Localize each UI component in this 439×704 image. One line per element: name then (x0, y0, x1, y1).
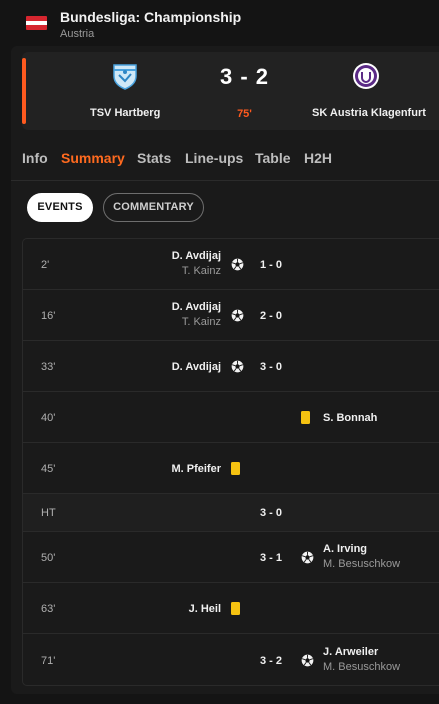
goal-ball-icon (301, 654, 314, 667)
event-assist[interactable]: T. Kainz (182, 316, 221, 328)
event-row: 40' S. Bonnah (23, 392, 439, 443)
league-country: Austria (60, 28, 95, 40)
away-team-name[interactable]: SK Austria Klagenfurt (312, 107, 426, 119)
event-player[interactable]: M. Pfeifer (171, 463, 221, 475)
event-minute: 50' (41, 552, 56, 564)
league-name[interactable]: Bundesliga: Championship (60, 9, 241, 25)
event-assist[interactable]: T. Kainz (182, 265, 221, 277)
yellow-card-icon (301, 411, 310, 424)
event-score: 3 - 2 (259, 655, 282, 667)
goal-ball-icon (231, 258, 244, 271)
event-score: 3 - 0 (259, 507, 282, 519)
event-score: 3 - 0 (259, 361, 282, 373)
event-row: 45' M. Pfeifer (23, 443, 439, 494)
event-minute: 2' (41, 259, 50, 271)
goal-ball-icon (301, 551, 314, 564)
tabs-divider (11, 180, 439, 181)
home-team-crest-icon[interactable] (110, 61, 140, 91)
event-player[interactable]: J. Heil (189, 603, 221, 615)
event-minute: HT (41, 507, 56, 519)
event-row: 63' J. Heil (23, 583, 439, 634)
event-score: 1 - 0 (259, 259, 282, 271)
event-player[interactable]: D. Avdijaj (172, 250, 221, 262)
scoreboard: 3 - 2 TSV Hartberg 75' SK Austria Klagen… (22, 52, 439, 130)
home-team-name[interactable]: TSV Hartberg (90, 107, 160, 119)
event-player[interactable]: J. Arweiler (323, 646, 378, 658)
event-minute: 63' (41, 603, 56, 615)
event-player[interactable]: D. Avdijaj (172, 301, 221, 313)
live-indicator (22, 58, 26, 124)
event-row: 33' D. Avdijaj 3 - 0 (23, 341, 439, 392)
event-assist[interactable]: M. Besuschkow (323, 661, 400, 673)
away-team-crest-icon[interactable] (351, 61, 381, 91)
tab-table[interactable]: Table (255, 150, 291, 166)
event-player[interactable]: D. Avdijaj (172, 361, 221, 373)
match-score: 3 - 2 (219, 64, 270, 89)
goal-ball-icon (231, 360, 244, 373)
events-list: 2' D. Avdijaj T. Kainz 1 - 0 16' D. Avdi… (22, 238, 439, 686)
tab-summary[interactable]: Summary (61, 150, 125, 166)
event-row: 71' 3 - 2 J. Arweiler M. Besuschkow (23, 634, 439, 685)
event-score: 2 - 0 (259, 310, 282, 322)
event-minute: 16' (41, 310, 56, 322)
event-minute: 71' (41, 655, 56, 667)
events-filter-button[interactable]: EVENTS (27, 193, 93, 222)
event-player[interactable]: A. Irving (323, 543, 367, 555)
event-row: 16' D. Avdijaj T. Kainz 2 - 0 (23, 290, 439, 341)
event-minute: 45' (41, 463, 56, 475)
yellow-card-icon (231, 462, 240, 475)
event-minute: 40' (41, 412, 56, 424)
event-minute: 33' (41, 361, 56, 373)
goal-ball-icon (231, 309, 244, 322)
event-row: 50' 3 - 1 A. Irving M. Besuschkow (23, 532, 439, 583)
commentary-filter-button[interactable]: COMMENTARY (103, 193, 204, 222)
tab-info[interactable]: Info (22, 150, 48, 166)
tab-line-ups[interactable]: Line-ups (185, 150, 243, 166)
match-minute: 75' (237, 108, 252, 120)
yellow-card-icon (231, 602, 240, 615)
tab-h2h[interactable]: H2H (304, 150, 332, 166)
event-row: 2' D. Avdijaj T. Kainz 1 - 0 (23, 239, 439, 290)
event-assist[interactable]: M. Besuschkow (323, 558, 400, 570)
halftime-row: HT 3 - 0 (23, 494, 439, 532)
austria-flag-icon (26, 16, 47, 30)
league-header[interactable]: Bundesliga: Championship Austria (0, 0, 439, 46)
tab-stats[interactable]: Stats (137, 150, 171, 166)
event-player[interactable]: S. Bonnah (323, 412, 377, 424)
event-score: 3 - 1 (259, 552, 282, 564)
